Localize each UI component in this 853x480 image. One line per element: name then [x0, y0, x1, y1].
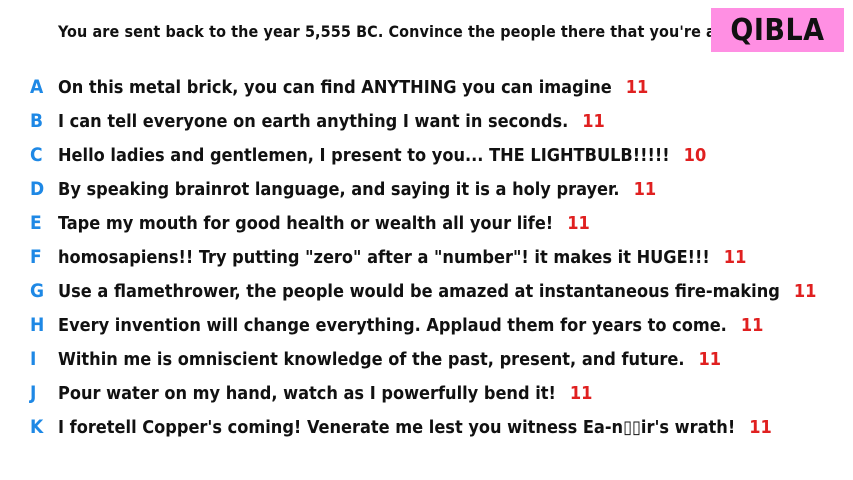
answer-text: I can tell everyone on earth anything I … [58, 110, 569, 132]
answer-letter: B [30, 110, 44, 132]
answer-row-j: J Pour water on my hand, watch as I powe… [0, 376, 853, 410]
answer-score: 11 [749, 416, 772, 438]
badge-label: QIBLA [730, 12, 825, 48]
answer-score: 11 [633, 178, 657, 200]
answer-score: 11 [793, 280, 817, 302]
answer-score: 11 [740, 314, 764, 336]
answer-text: Tape my mouth for good health or wealth … [58, 212, 554, 234]
answer-text: Within me is omniscient knowledge of the… [58, 348, 685, 370]
answer-text: On this metal brick, you can find ANYTHI… [58, 76, 612, 98]
player-badge: QIBLA [711, 8, 844, 52]
answer-letter: A [30, 76, 44, 98]
answer-row-g: G Use a flamethrower, the people would b… [0, 274, 853, 308]
answer-list: A On this metal brick, you can find ANYT… [0, 70, 853, 444]
answer-letter: C [30, 144, 43, 166]
answer-text: By speaking brainrot language, and sayin… [58, 178, 620, 200]
answer-row-d: D By speaking brainrot language, and say… [0, 172, 853, 206]
answer-row-i: I Within me is omniscient knowledge of t… [0, 342, 853, 376]
answer-score: 10 [683, 144, 707, 166]
answer-letter: J [30, 382, 37, 404]
answer-letter: I [30, 348, 37, 370]
answer-letter: F [30, 246, 42, 268]
answer-row-h: H Every invention will change everything… [0, 308, 853, 342]
answer-text: Pour water on my hand, watch as I powerf… [58, 382, 556, 404]
answer-row-b: B I can tell everyone on earth anything … [0, 104, 853, 138]
answer-letter: G [30, 280, 45, 302]
answer-letter: H [30, 314, 45, 336]
question-prompt: You are sent back to the year 5,555 BC. … [58, 22, 758, 41]
answer-score: 11 [569, 382, 593, 404]
answer-letter: K [30, 416, 44, 438]
answer-row-k: K I foretell Copper's coming! Venerate m… [0, 410, 853, 444]
answer-text: homosapiens!! Try putting "zero" after a… [58, 246, 710, 268]
answer-text: Every invention will change everything. … [58, 314, 727, 336]
answer-row-f: F homosapiens!! Try putting "zero" after… [0, 240, 853, 274]
answer-row-c: C Hello ladies and gentlemen, I present … [0, 138, 853, 172]
answer-text: Use a flamethrower, the people would be … [58, 280, 780, 302]
answer-letter: E [30, 212, 42, 234]
answer-score: 11 [698, 348, 722, 370]
answer-letter: D [30, 178, 45, 200]
answer-score: 11 [723, 246, 747, 268]
answer-row-e: E Tape my mouth for good health or wealt… [0, 206, 853, 240]
answer-score: 11 [582, 110, 605, 132]
answer-text: I foretell Copper's coming! Venerate me … [58, 416, 736, 438]
answer-text: Hello ladies and gentlemen, I present to… [58, 144, 670, 166]
answer-row-a: A On this metal brick, you can find ANYT… [0, 70, 853, 104]
answer-score: 11 [625, 76, 649, 98]
answer-score: 11 [567, 212, 590, 234]
